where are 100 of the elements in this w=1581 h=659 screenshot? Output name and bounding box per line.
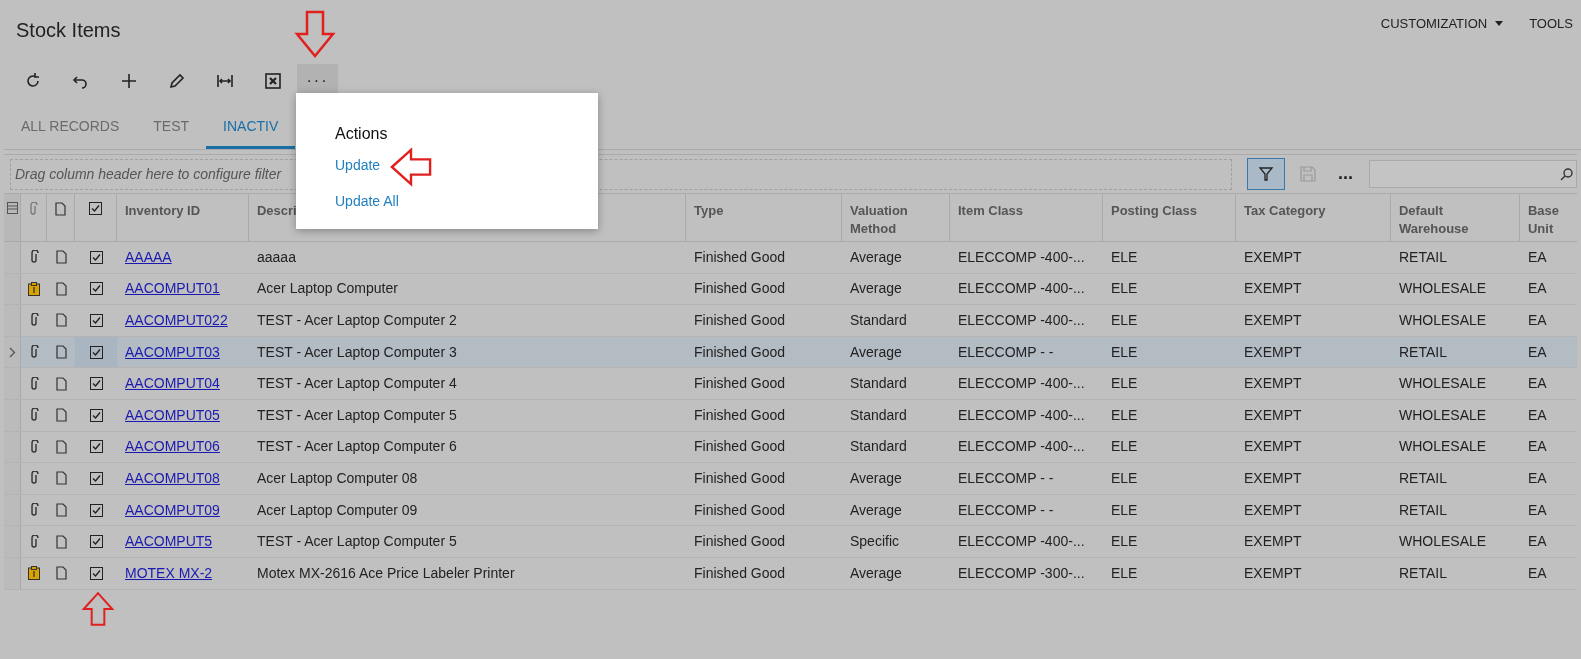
- document-icon[interactable]: [55, 281, 67, 296]
- table-row[interactable]: MOTEX MX-2 Motex MX-2616 Ace Price Labeler Printer Finished Good Average ELECCOMP -300-... ELE EXEMPT RETAIL EA: [4, 557, 1577, 590]
- menu-item[interactable]: Update All: [335, 191, 399, 212]
- document-icon[interactable]: [55, 313, 67, 328]
- table-cell: EA: [1528, 564, 1547, 581]
- table-cell: EXEMPT: [1244, 375, 1302, 392]
- inventory-link[interactable]: AACOMPUT05: [125, 406, 220, 423]
- document-icon[interactable]: [55, 566, 67, 581]
- checkbox-icon[interactable]: [89, 535, 103, 549]
- document-icon[interactable]: [55, 408, 67, 423]
- inventory-link[interactable]: AACOMPUT01: [125, 280, 220, 297]
- checkbox-icon[interactable]: [89, 377, 103, 391]
- document-icon[interactable]: [55, 376, 67, 391]
- table-row[interactable]: AACOMPUT06 TEST - Acer Laptop Computer 6 Finished Good Standard ELECCOMP -400-... ELE EXEMPT WHOLESALE EA: [4, 431, 1577, 464]
- clipboard-icon[interactable]: [27, 281, 40, 296]
- checkbox-icon[interactable]: [89, 471, 103, 485]
- checkbox-icon[interactable]: [89, 345, 103, 359]
- column-header[interactable]: Tax Category: [1244, 202, 1344, 220]
- document-icon[interactable]: [55, 250, 67, 265]
- table-cell: Acer Laptop Computer 08: [257, 469, 418, 486]
- menu-item[interactable]: Update: [335, 155, 381, 176]
- table-row[interactable]: AACOMPUT022 TEST - Acer Laptop Computer 2 Finished Good Standard ELECCOMP -400-... ELE EXEMPT WHOLESALE EA: [4, 305, 1577, 337]
- paperclip-icon[interactable]: [28, 376, 39, 391]
- column-header[interactable]: Inventory ID: [125, 202, 225, 220]
- checkbox-icon[interactable]: [89, 250, 103, 264]
- table-cell: Finished Good: [694, 248, 786, 265]
- page-title: Stock Items: [16, 18, 121, 43]
- inventory-link[interactable]: AACOMPUT09: [125, 501, 220, 518]
- table-cell: Finished Good: [694, 438, 786, 455]
- table-cell: ELECCOMP - -: [958, 469, 1054, 486]
- table-cell: EA: [1528, 406, 1547, 423]
- table-cell: Acer Laptop Computer: [257, 280, 398, 297]
- table-row[interactable]: AACOMPUT5 TEST - Acer Laptop Computer 5 Finished Good Specific ELECCOMP -400-... ELE EXEMPT WHOLESALE EA: [4, 526, 1577, 558]
- document-icon[interactable]: [55, 534, 67, 549]
- paperclip-icon[interactable]: [28, 534, 39, 549]
- clipboard-icon[interactable]: [27, 566, 40, 581]
- column-header[interactable]: Default Warehouse: [1399, 202, 1499, 238]
- menu-title: Actions: [335, 124, 389, 144]
- paperclip-icon[interactable]: [28, 471, 39, 486]
- table-row[interactable]: AACOMPUT03 TEST - Acer Laptop Computer 3 Finished Good Average ELECCOMP - - ELE EXEMPT RETAIL EA: [4, 336, 1577, 369]
- table-row[interactable]: AAAAA aaaaa Finished Good Average ELECCOMP -400-... ELE EXEMPT RETAIL EA: [4, 242, 1577, 274]
- table-row[interactable]: AACOMPUT08 Acer Laptop Computer 08 Finished Good Average ELECCOMP - - ELE EXEMPT RETAIL EA: [4, 463, 1577, 495]
- column-header[interactable]: Type: [694, 202, 794, 220]
- inventory-link[interactable]: AACOMPUT04: [125, 375, 220, 392]
- paperclip-icon[interactable]: [28, 313, 39, 328]
- inventory-link[interactable]: AACOMPUT06: [125, 438, 220, 455]
- column-header[interactable]: Item Class: [958, 202, 1058, 220]
- document-icon[interactable]: [55, 345, 67, 360]
- table-cell: Finished Good: [694, 501, 786, 518]
- table-row[interactable]: AACOMPUT04 TEST - Acer Laptop Computer 4 Finished Good Standard ELECCOMP -400-... ELE EXEMPT WHOLESALE EA: [4, 368, 1577, 400]
- more-button[interactable]: ...: [1338, 164, 1353, 184]
- inventory-link[interactable]: MOTEX MX-2: [125, 564, 213, 581]
- paperclip-icon[interactable]: [28, 439, 39, 454]
- paperclip-icon[interactable]: [28, 250, 39, 265]
- inventory-link[interactable]: AAAAA: [125, 248, 172, 265]
- document-icon[interactable]: [55, 503, 67, 518]
- document-icon[interactable]: [55, 471, 67, 486]
- table-cell: Finished Good: [694, 280, 786, 297]
- annotation-arrow: [293, 10, 337, 58]
- table-cell: ELECCOMP -400-...: [958, 248, 1085, 265]
- table-cell: TEST - Acer Laptop Computer 4: [257, 375, 457, 392]
- table-cell: Finished Good: [694, 375, 786, 392]
- column-header[interactable]: Base Unit: [1528, 202, 1577, 238]
- document-icon[interactable]: [55, 439, 67, 454]
- inventory-link[interactable]: AACOMPUT08: [125, 469, 220, 486]
- inventory-link[interactable]: AACOMPUT5: [125, 533, 213, 550]
- checkbox-icon[interactable]: [89, 566, 103, 580]
- table-cell: EA: [1528, 375, 1547, 392]
- checkbox-icon[interactable]: [89, 503, 103, 517]
- top-menu[interactable]: TOOLS: [1529, 14, 1581, 34]
- filter-button[interactable]: [1247, 158, 1285, 190]
- checkbox-icon[interactable]: [89, 408, 103, 422]
- top-menu[interactable]: CUSTOMIZATION: [1380, 14, 1504, 34]
- filter-icon: [1258, 166, 1274, 182]
- checkbox-icon[interactable]: [89, 314, 103, 327]
- checkbox-icon[interactable]: [89, 282, 103, 296]
- paperclip-icon[interactable]: [28, 408, 39, 423]
- column-header[interactable]: Posting Class: [1111, 202, 1211, 220]
- column-header[interactable]: Valuation Method: [850, 202, 949, 238]
- paperclip-icon[interactable]: [28, 503, 39, 518]
- grid-settings-icon[interactable]: [6, 202, 18, 214]
- table-cell: EA: [1528, 312, 1547, 328]
- table-row[interactable]: AACOMPUT01 Acer Laptop Computer Finished Good Average ELECCOMP -400-... ELE EXEMPT WHOLESALE EA: [4, 273, 1577, 306]
- search-icon: [1560, 167, 1574, 181]
- table-cell: ELECCOMP -400-...: [958, 375, 1085, 392]
- table-cell: Standard: [850, 375, 907, 392]
- paperclip-icon[interactable]: [28, 345, 39, 360]
- search-field[interactable]: [1369, 160, 1577, 188]
- table-row[interactable]: AACOMPUT05 TEST - Acer Laptop Computer 5 Finished Good Standard ELECCOMP -400-... ELE EXEMPT WHOLESALE EA: [4, 399, 1577, 432]
- table-cell: RETAIL: [1399, 248, 1447, 265]
- table-cell: EXEMPT: [1244, 469, 1302, 486]
- inventory-link[interactable]: AACOMPUT03: [125, 343, 220, 360]
- table-cell: Average: [850, 280, 902, 297]
- inventory-link[interactable]: AACOMPUT022: [125, 312, 228, 328]
- checkbox-icon[interactable]: [89, 440, 103, 454]
- table-row[interactable]: AACOMPUT09 Acer Laptop Computer 09 Finished Good Average ELECCOMP - - ELE EXEMPT RETAIL EA: [4, 494, 1577, 527]
- table-cell: EA: [1528, 343, 1547, 360]
- table-cell: EXEMPT: [1244, 438, 1302, 455]
- table-cell: Average: [850, 248, 902, 265]
- table-cell: Standard: [850, 438, 907, 455]
